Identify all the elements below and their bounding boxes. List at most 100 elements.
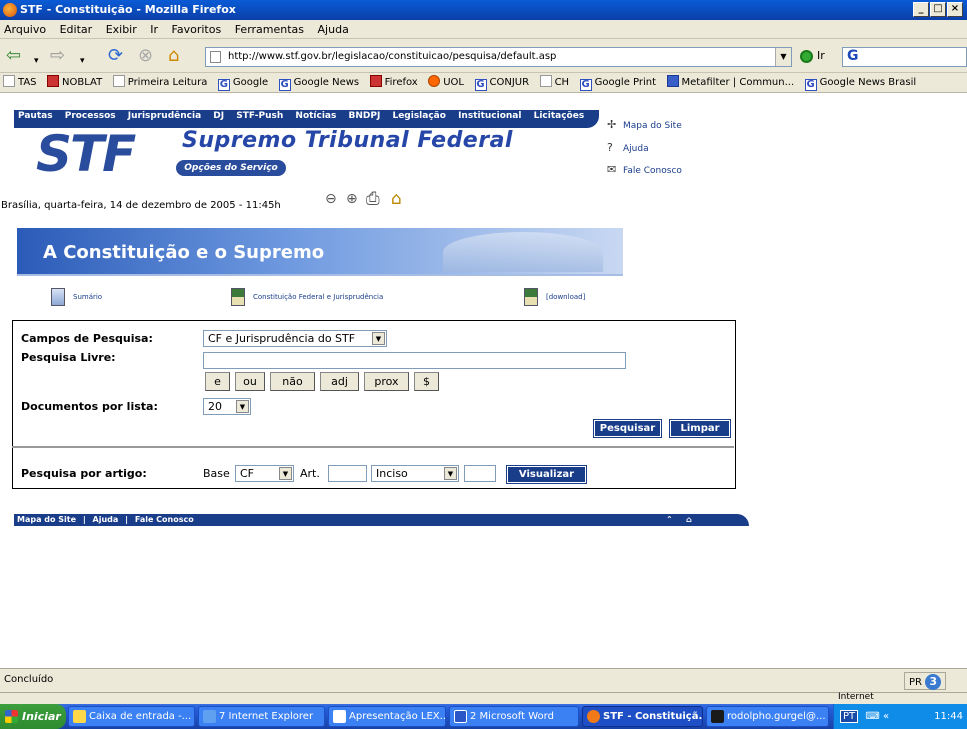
url-field[interactable]: http://www.stf.gov.br/legislacao/constit… bbox=[205, 47, 792, 67]
nav-legislacao[interactable]: Legislação bbox=[392, 110, 445, 122]
constituicao-jurisprudencia-link[interactable]: Constituição Federal e Jurisprudência bbox=[231, 288, 383, 306]
bookmark-google-news[interactable]: G Google News bbox=[276, 73, 363, 92]
nav-processos[interactable]: Processos bbox=[65, 110, 116, 122]
forward-page-icon[interactable]: ⊕ bbox=[346, 191, 358, 208]
mail-icon: ✉ bbox=[607, 163, 617, 176]
pesquisa-livre-input[interactable] bbox=[203, 352, 626, 369]
noblat-icon bbox=[47, 75, 60, 87]
menu-ir[interactable]: Ir bbox=[146, 20, 164, 36]
system-tray: PT ⌨ « 11:44 bbox=[833, 704, 967, 729]
op-e-button[interactable]: e bbox=[205, 372, 230, 391]
minimize-button[interactable]: _ bbox=[913, 2, 929, 17]
campos-select[interactable]: CF e Jurisprudência do STF ▼ bbox=[203, 330, 387, 347]
print-icon[interactable]: ⎙ bbox=[366, 191, 380, 208]
task-microsoft-word[interactable]: 2 Microsoft Word bbox=[449, 706, 579, 727]
bookmark-google-news-brasil[interactable]: G Google News Brasil bbox=[802, 73, 921, 92]
menu-ajuda[interactable]: Ajuda bbox=[314, 20, 355, 36]
forward-dropdown-icon[interactable]: ▾ bbox=[80, 51, 85, 71]
chevron-down-icon: ▼ bbox=[236, 400, 249, 413]
op-prox-button[interactable]: prox bbox=[364, 372, 409, 391]
task-apresentacao[interactable]: Apresentação LEX... bbox=[328, 706, 446, 727]
ie-icon bbox=[203, 710, 216, 723]
op-ou-button[interactable]: ou bbox=[235, 372, 265, 391]
back-dropdown-icon[interactable]: ▾ bbox=[34, 51, 39, 71]
stop-icon[interactable]: ⊗ bbox=[138, 46, 153, 66]
footer-mapa-link[interactable]: Mapa do Site bbox=[17, 515, 76, 524]
footer-separator: | bbox=[125, 515, 129, 524]
footer-ajuda-link[interactable]: Ajuda bbox=[93, 515, 119, 524]
bookmark-firefox[interactable]: Firefox bbox=[367, 73, 422, 92]
opcoes-servico-button[interactable]: Opções do Serviço bbox=[176, 160, 286, 176]
base-select[interactable]: CF ▼ bbox=[235, 465, 294, 482]
google-icon: G bbox=[804, 79, 817, 91]
footer-fale-link[interactable]: Fale Conosco bbox=[135, 515, 194, 524]
inciso-input[interactable] bbox=[464, 465, 496, 482]
tray-icons[interactable]: ⌨ « bbox=[865, 711, 889, 722]
nav-licitacoes[interactable]: Licitações bbox=[534, 110, 585, 122]
documentos-select[interactable]: 20 ▼ bbox=[203, 398, 251, 415]
nav-institucional[interactable]: Institucional bbox=[458, 110, 521, 122]
sumario-link[interactable]: Sumário bbox=[51, 288, 102, 306]
task-rodolpho[interactable]: rodolpho.gurgel@... bbox=[706, 706, 829, 727]
reload-icon[interactable]: ⟳ bbox=[108, 46, 123, 66]
bookmark-tas[interactable]: TAS bbox=[0, 73, 41, 92]
task-internet-explorer[interactable]: 7 Internet Explorer bbox=[198, 706, 325, 727]
bookmark-ch[interactable]: CH bbox=[537, 73, 574, 92]
compass-icon: ✢ bbox=[607, 118, 617, 131]
op-adj-button[interactable]: adj bbox=[320, 372, 359, 391]
nav-dj[interactable]: DJ bbox=[213, 110, 224, 122]
pesquisar-button[interactable]: Pesquisar bbox=[593, 419, 662, 438]
google-icon: G bbox=[474, 79, 487, 91]
start-button[interactable]: Iniciar bbox=[0, 704, 66, 729]
menu-exibir[interactable]: Exibir bbox=[102, 20, 143, 36]
forward-icon[interactable]: ⇨ bbox=[50, 46, 65, 66]
ajuda-link[interactable]: ? Ajuda bbox=[607, 142, 649, 155]
back-page-icon[interactable]: ⊖ bbox=[325, 191, 337, 208]
stf-logo[interactable]: STF bbox=[36, 129, 136, 179]
home-icon[interactable]: ⌂ bbox=[168, 46, 179, 66]
op-dollar-button[interactable]: $ bbox=[414, 372, 439, 391]
form-divider bbox=[12, 446, 734, 448]
mapa-site-link[interactable]: ✢ Mapa do Site bbox=[607, 119, 682, 132]
windows-logo-icon bbox=[5, 710, 18, 723]
limpar-button[interactable]: Limpar bbox=[669, 419, 731, 438]
download-link[interactable]: [download] bbox=[524, 288, 585, 306]
nav-jurisprudencia[interactable]: Jurisprudência bbox=[128, 110, 201, 122]
maximize-button[interactable]: □ bbox=[930, 2, 946, 17]
menu-arquivo[interactable]: Arquivo bbox=[0, 20, 52, 36]
nav-pautas[interactable]: Pautas bbox=[18, 110, 53, 122]
back-icon[interactable]: ⇦ bbox=[6, 46, 21, 66]
bookmark-metafilter[interactable]: Metafilter | Commun... bbox=[664, 73, 799, 92]
op-nao-button[interactable]: não bbox=[270, 372, 315, 391]
nav-noticias[interactable]: Notícias bbox=[295, 110, 336, 122]
task-caixa-entrada[interactable]: Caixa de entrada -... bbox=[68, 706, 195, 727]
bookmark-google-print[interactable]: G Google Print bbox=[577, 73, 660, 92]
visualizar-button[interactable]: Visualizar bbox=[506, 465, 587, 484]
menu-editar[interactable]: Editar bbox=[56, 20, 99, 36]
task-stf-constituicao[interactable]: STF - Constituiçã... bbox=[582, 706, 703, 727]
firefox-bookmark-icon bbox=[369, 75, 382, 87]
clock: 11:44 bbox=[934, 711, 963, 722]
go-button[interactable]: Ir bbox=[800, 49, 825, 63]
inciso-select[interactable]: Inciso ▼ bbox=[371, 465, 459, 482]
language-indicator[interactable]: PT bbox=[840, 710, 859, 723]
bookmark-uol[interactable]: UOL bbox=[425, 73, 468, 92]
top-icon[interactable]: ⌃ bbox=[666, 514, 673, 526]
zone-bar: Internet bbox=[0, 692, 967, 704]
menu-ferramentas[interactable]: Ferramentas bbox=[231, 20, 310, 36]
fale-conosco-link[interactable]: ✉ Fale Conosco bbox=[607, 164, 682, 177]
bookmark-noblat[interactable]: NOBLAT bbox=[44, 73, 106, 92]
home-footer-icon[interactable]: ⌂ bbox=[686, 514, 692, 526]
bookmark-conjur[interactable]: G CONJUR bbox=[472, 73, 534, 92]
bookmark-primeira-leitura[interactable]: Primeira Leitura bbox=[110, 73, 212, 92]
home-page-icon[interactable]: ⌂ bbox=[391, 191, 402, 208]
art-label: Art. bbox=[300, 467, 320, 480]
search-box[interactable]: G bbox=[842, 47, 967, 67]
art-input[interactable] bbox=[328, 465, 367, 482]
nav-bndpj[interactable]: BNDPJ bbox=[349, 110, 381, 122]
nav-stf-push[interactable]: STF-Push bbox=[236, 110, 283, 122]
menu-favoritos[interactable]: Favoritos bbox=[168, 20, 228, 36]
bookmark-google[interactable]: G Google bbox=[215, 73, 272, 92]
close-button[interactable]: × bbox=[947, 2, 963, 17]
url-dropdown-icon[interactable]: ▼ bbox=[775, 48, 791, 66]
